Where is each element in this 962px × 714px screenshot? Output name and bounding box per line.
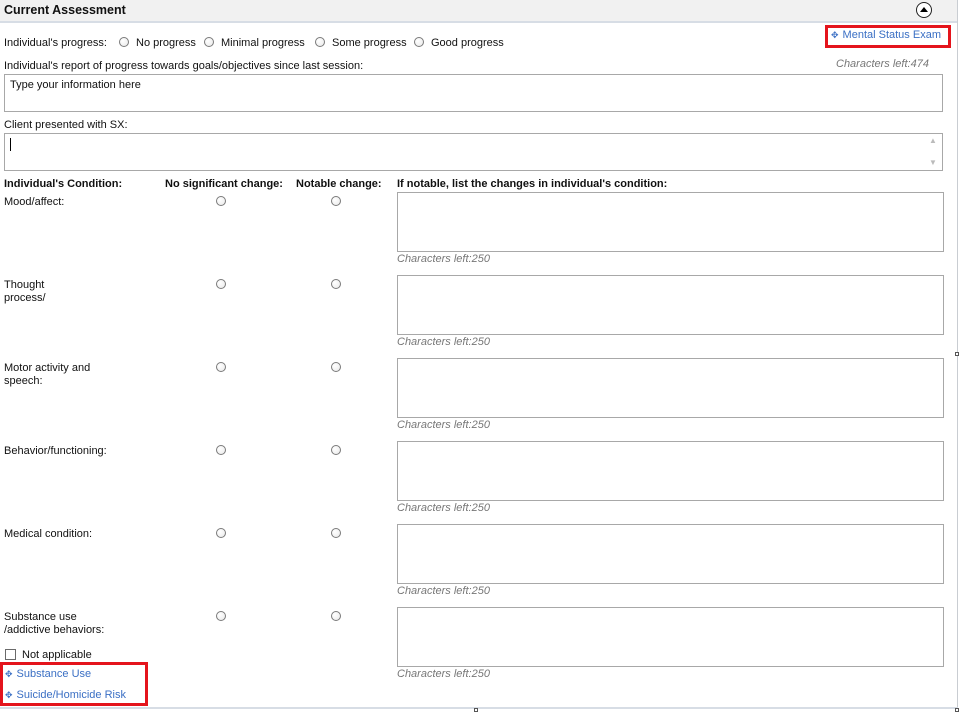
frame-bottom-border xyxy=(0,707,958,709)
option-good-progress-label: Good progress xyxy=(431,37,504,49)
suicide-homicide-risk-link-label: Suicide/Homicide Risk xyxy=(16,689,126,701)
radio-good-progress[interactable] xyxy=(414,37,424,47)
notable-header: Notable change: xyxy=(296,178,382,190)
report-chars-left: Characters left:474 xyxy=(836,58,929,70)
scroll-up-icon[interactable]: ▲ xyxy=(929,136,937,145)
radio-some-progress[interactable] xyxy=(315,37,325,47)
option-minimal-progress-label: Minimal progress xyxy=(221,37,305,49)
collapse-up-icon[interactable] xyxy=(916,2,932,18)
report-textarea-value: Type your information here xyxy=(10,79,141,91)
text-cursor xyxy=(10,138,11,151)
radio-mood-notable[interactable] xyxy=(331,196,341,206)
section-title: Current Assessment xyxy=(4,3,126,17)
condition-label-motor: Motor activity and speech: xyxy=(4,362,91,387)
thought-chars-left: Characters left:250 xyxy=(397,336,490,348)
substance-use-link-label: Substance Use xyxy=(16,668,92,680)
mental-status-exam-label: Mental Status Exam xyxy=(842,29,941,41)
not-applicable-checkbox[interactable] xyxy=(5,649,16,660)
mood-chars-left: Characters left:250 xyxy=(397,253,490,265)
behavior-changes-textarea[interactable] xyxy=(397,441,944,501)
substance-use-link[interactable]: ✥ Substance Use xyxy=(5,668,91,680)
radio-motor-no-change[interactable] xyxy=(216,362,226,372)
condition-header: Individual's Condition: xyxy=(4,178,123,190)
condition-label-behavior: Behavior/functioning: xyxy=(4,445,107,457)
sx-textarea[interactable]: ▲ ▼ xyxy=(4,133,943,171)
radio-thought-no-change[interactable] xyxy=(216,279,226,289)
section-header: Current Assessment xyxy=(0,0,958,23)
substance-chars-left: Characters left:250 xyxy=(397,668,490,680)
medical-changes-textarea[interactable] xyxy=(397,524,944,584)
radio-mood-no-change[interactable] xyxy=(216,196,226,206)
suicide-homicide-risk-link[interactable]: ✥ Suicide/Homicide Risk xyxy=(5,689,126,701)
option-no-progress-label: No progress xyxy=(136,37,196,49)
list-changes-header: If notable, list the changes in individu… xyxy=(397,178,668,190)
condition-label-thought: Thought process/ xyxy=(4,279,46,304)
mood-changes-textarea[interactable] xyxy=(397,192,944,252)
condition-label-medical: Medical condition: xyxy=(4,528,93,540)
condition-label-substance: Substance use /addictive behaviors: xyxy=(4,611,105,636)
motor-changes-textarea[interactable] xyxy=(397,358,944,418)
radio-medical-no-change[interactable] xyxy=(216,528,226,538)
mental-status-exam-link[interactable]: ✥ Mental Status Exam xyxy=(831,29,941,41)
expand-icon: ✥ xyxy=(831,30,839,40)
radio-substance-notable[interactable] xyxy=(331,611,341,621)
not-applicable-label: Not applicable xyxy=(22,649,92,661)
thought-changes-textarea[interactable] xyxy=(397,275,944,335)
substance-changes-textarea[interactable] xyxy=(397,607,944,667)
resize-handle-corner[interactable] xyxy=(955,708,959,712)
resize-handle-right[interactable] xyxy=(955,352,959,356)
radio-behavior-no-change[interactable] xyxy=(216,445,226,455)
medical-chars-left: Characters left:250 xyxy=(397,585,490,597)
radio-medical-notable[interactable] xyxy=(331,528,341,538)
option-some-progress-label: Some progress xyxy=(332,37,407,49)
resize-handle-bottom[interactable] xyxy=(474,708,478,712)
report-label: Individual's report of progress towards … xyxy=(4,60,364,72)
expand-icon: ✥ xyxy=(5,690,13,700)
radio-no-progress[interactable] xyxy=(119,37,129,47)
radio-thought-notable[interactable] xyxy=(331,279,341,289)
progress-label: Individual's progress: xyxy=(4,37,107,49)
motor-chars-left: Characters left:250 xyxy=(397,419,490,431)
radio-motor-notable[interactable] xyxy=(331,362,341,372)
expand-icon: ✥ xyxy=(5,669,13,679)
scroll-down-icon[interactable]: ▼ xyxy=(929,158,937,167)
radio-behavior-notable[interactable] xyxy=(331,445,341,455)
radio-substance-no-change[interactable] xyxy=(216,611,226,621)
sx-label: Client presented with SX: xyxy=(4,119,128,131)
condition-label-mood: Mood/affect: xyxy=(4,196,65,208)
behavior-chars-left: Characters left:250 xyxy=(397,502,490,514)
report-textarea[interactable]: Type your information here xyxy=(4,74,943,112)
no-change-header: No significant change: xyxy=(165,178,283,190)
radio-minimal-progress[interactable] xyxy=(204,37,214,47)
